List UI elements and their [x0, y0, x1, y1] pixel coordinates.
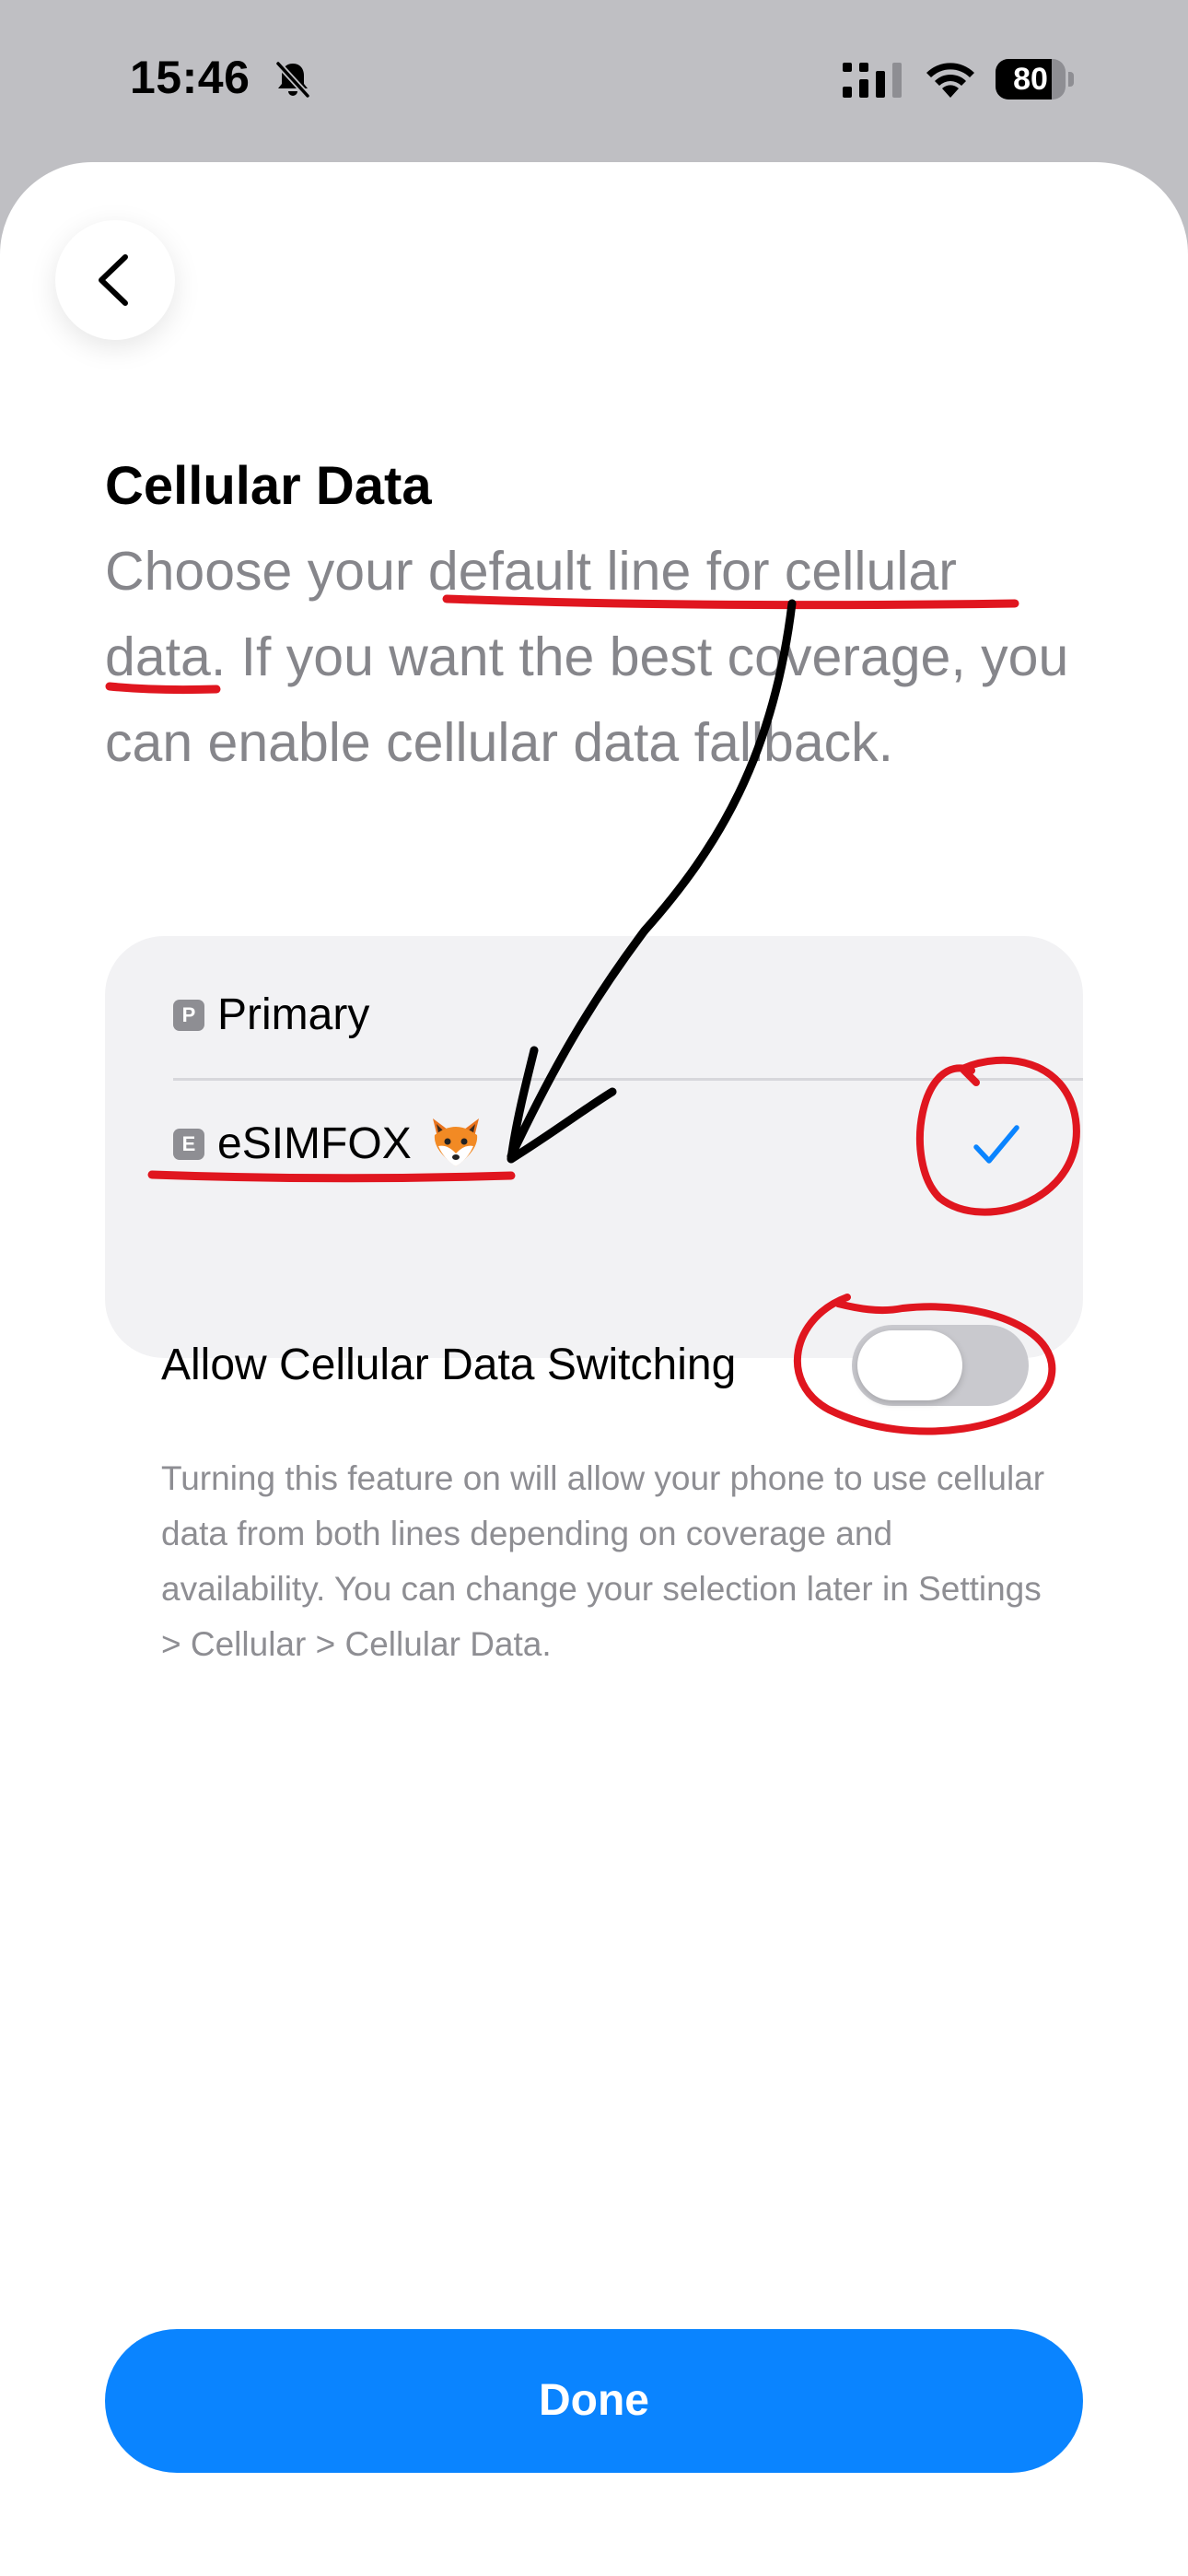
data-switching-footnote: Turning this feature on will allow your … — [161, 1459, 1045, 1663]
cellular-signal-icon — [843, 63, 902, 98]
data-switching-toggle[interactable] — [852, 1325, 1029, 1406]
page-description: Choose your default line for cellular da… — [105, 541, 1069, 773]
status-bar: 15:46 80 — [0, 0, 1188, 162]
done-button[interactable]: Done — [105, 2329, 1083, 2473]
list-divider — [173, 1078, 1083, 1081]
line-label-esimfox: eSIMFOX — [217, 1119, 412, 1168]
fox-emoji-icon — [433, 1118, 479, 1166]
battery-percent: 80 — [1013, 62, 1048, 97]
cellular-data-sheet: Cellular Data Choose your default line f… — [0, 162, 1188, 2576]
bell-slash-icon — [274, 60, 311, 100]
back-button[interactable] — [55, 220, 175, 340]
chevron-left-icon — [99, 254, 128, 306]
page-title: Cellular Data — [105, 456, 432, 516]
line-option-primary[interactable]: P Primary — [105, 953, 1083, 1080]
battery-icon: 80 — [996, 59, 1075, 100]
battery-cap — [1068, 72, 1074, 87]
cellular-line-list: P Primary E eSIMFOX — [105, 936, 1083, 1358]
battery-body: 80 — [996, 59, 1066, 100]
checkmark-icon — [973, 1125, 1019, 1164]
data-switching-label: Allow Cellular Data Switching — [161, 1341, 737, 1389]
toggle-knob — [857, 1330, 962, 1400]
wifi-icon — [926, 63, 974, 98]
sim-badge-e: E — [173, 1129, 204, 1160]
line-option-esimfox[interactable]: E eSIMFOX — [105, 1082, 1083, 1209]
sim-badge-p: P — [173, 1000, 204, 1031]
line-label-primary: Primary — [217, 990, 370, 1039]
status-time: 15:46 — [130, 52, 250, 103]
